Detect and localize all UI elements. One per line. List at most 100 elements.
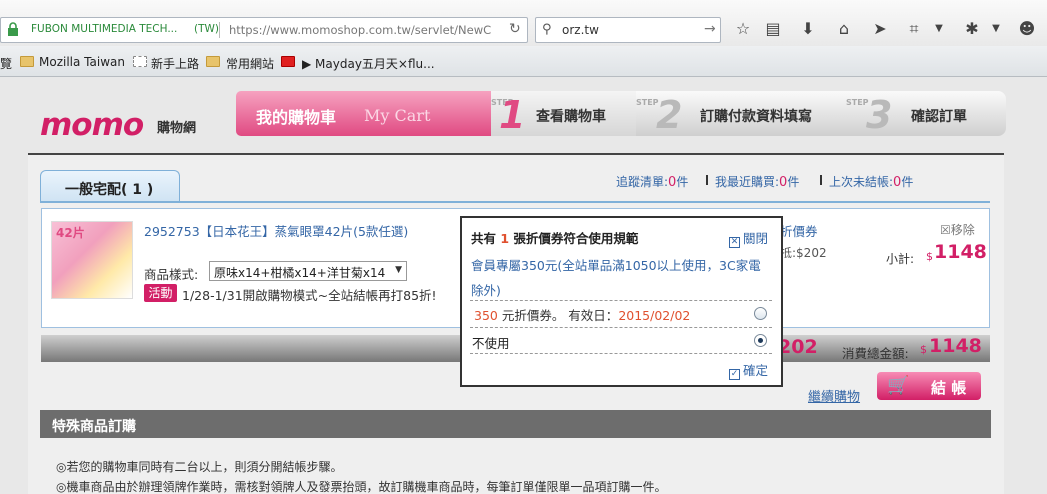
url-separator	[219, 22, 220, 38]
step-number: 3	[866, 93, 893, 137]
popup-confirm-button[interactable]: ✓ 確定	[729, 360, 769, 380]
link-label: 上次未結帳:	[829, 175, 894, 189]
dropdown-arrow-icon[interactable]: ▼	[928, 18, 950, 40]
product-name-link[interactable]: 2952753【日本花王】蒸氣眼罩42片(5款任選)	[144, 221, 408, 240]
discount-total: 202	[778, 336, 818, 358]
total-value: 1148	[929, 335, 982, 357]
bookmark-star-icon[interactable]: ☆	[732, 18, 754, 40]
tab-label: 一般宅配( 1 )	[65, 182, 154, 198]
search-bar[interactable]: ⚲ orz.tw →	[535, 17, 721, 43]
coupon-description: 會員專屬350元(全站單品滿1050以上使用，3C家電除外)	[471, 258, 761, 298]
coupon-option[interactable]: 350 元折價券。 有效日：2015/02/02	[474, 305, 690, 324]
coupon-text: 元折價券。 有效日：	[497, 308, 619, 323]
checkout-label: 結 帳	[931, 379, 967, 397]
site-country: (TW)	[194, 23, 219, 35]
bookmark-item[interactable]: Mozilla Taiwan	[39, 55, 125, 69]
subtotal-currency: $	[926, 250, 933, 263]
search-input[interactable]: orz.tw	[562, 23, 599, 37]
style-value: 原味x14+柑橘x14+洋甘菊x14	[214, 266, 386, 280]
step-2: STEP 2 訂購付款資料填寫	[636, 91, 846, 137]
folder-icon	[20, 56, 34, 67]
chevron-down-icon: ▼	[395, 265, 402, 275]
step-text: 查看購物車	[536, 109, 606, 125]
coupon-date: 2015/02/02	[618, 308, 691, 323]
checkout-button[interactable]: 🛒 結 帳	[877, 372, 981, 400]
coupon-radio[interactable]	[754, 307, 767, 320]
search-go-icon[interactable]: →	[704, 21, 716, 37]
reading-list-icon[interactable]: ▤	[762, 18, 784, 40]
bookmark-item[interactable]: 覽	[0, 55, 12, 72]
popup-close-button[interactable]: ✕ 關閉	[729, 228, 769, 248]
reload-icon[interactable]: ↻	[509, 21, 521, 37]
send-icon[interactable]: ➤	[869, 18, 891, 40]
subtotal-value: 1148	[934, 241, 987, 263]
popup-title: 共有 1 張折價券符合使用規範	[471, 228, 638, 247]
recent-purchase-link[interactable]: 我最近購買:0件	[715, 173, 799, 190]
link-unit: 件	[901, 175, 914, 189]
step-text: 訂購付款資料填寫	[700, 109, 812, 125]
link-unit: 件	[676, 175, 689, 189]
total-currency: $	[920, 343, 927, 356]
addon-dropdown-icon[interactable]: ▼	[985, 18, 1007, 40]
product-image[interactable]: 42片	[51, 221, 133, 299]
bookmark-item[interactable]: 新手上路	[151, 55, 199, 72]
chat-icon[interactable]: ☻	[1016, 18, 1038, 40]
cart-title-en: My Cart	[364, 106, 431, 125]
close-icon: ✕	[729, 237, 740, 248]
no-use-radio[interactable]	[754, 334, 767, 347]
url-bar[interactable]: FUBON MULTIMEDIA TECH... (TW) https://ww…	[0, 17, 528, 43]
promo-badge: 活動	[144, 284, 177, 302]
youtube-icon	[281, 56, 295, 67]
special-note: ◎機車商品由於辦理領牌作業時，需核對領牌人及發票抬頭，故訂購機車商品時，每筆訂單…	[56, 480, 667, 494]
unpaid-link[interactable]: 上次未結帳:0件	[829, 173, 913, 190]
tracking-list-link[interactable]: 追蹤清單:0件	[616, 173, 688, 190]
step-number: 1	[499, 93, 526, 137]
site-identity[interactable]: FUBON MULTIMEDIA TECH...	[31, 23, 177, 35]
style-select[interactable]: 原味x14+柑橘x14+洋甘菊x14 ▼	[209, 261, 407, 281]
lock-icon	[8, 22, 18, 36]
momo-logo[interactable]: momo	[40, 107, 144, 143]
continue-shopping-link[interactable]: 繼續購物	[808, 386, 860, 405]
bookmark-item[interactable]: 常用網站	[226, 55, 274, 72]
cart-title: 我的購物車	[256, 108, 337, 127]
promo-text: 1/28-1/31開啟購物模式~全站結帳再打85折!	[182, 288, 437, 303]
link-divider	[820, 175, 822, 185]
divider	[470, 327, 772, 328]
link-divider	[706, 175, 708, 185]
coupon-link[interactable]: 折價券	[780, 221, 818, 240]
tab-underline	[40, 201, 990, 203]
download-icon[interactable]: ⬇	[797, 18, 819, 40]
step-number: 2	[656, 93, 683, 137]
divider	[470, 353, 772, 354]
discount-amount: 抵:$202	[780, 246, 827, 260]
my-cart-banner: 我的購物車 My Cart	[236, 91, 491, 136]
logo-subtitle: 購物網	[157, 121, 197, 136]
tab-home-delivery[interactable]: 一般宅配( 1 )	[40, 170, 180, 202]
style-label: 商品樣式:	[144, 267, 199, 282]
bookmarks-bar: 覽 Mozilla Taiwan 新手上路 常用網站 ▶ Mayday五月天×f…	[0, 46, 1047, 77]
url-text[interactable]: https://www.momoshop.com.tw/servlet/NewC	[229, 23, 501, 37]
close-label: 關閉	[743, 231, 769, 246]
crop-icon[interactable]: ⌗	[903, 18, 925, 40]
search-icon: ⚲	[542, 22, 552, 37]
special-note: ◎若您的購物車同時有二台以上，則須分開結帳步驟。	[56, 460, 343, 474]
total-label: 消費總金額:	[842, 346, 909, 361]
coupon-count: 1	[500, 231, 510, 246]
home-icon[interactable]: ⌂	[833, 18, 855, 40]
remove-button[interactable]: ☒移除	[940, 221, 975, 238]
folder-icon	[206, 56, 220, 67]
subtotal-label: 小計:	[886, 252, 915, 266]
step-1: STEP 1 查看購物車	[491, 91, 636, 137]
no-use-option[interactable]: 不使用	[472, 333, 510, 352]
confirm-label: 確定	[743, 363, 769, 378]
special-order-header: 特殊商品訂購	[40, 410, 991, 438]
link-label: 追蹤清單:	[616, 175, 669, 189]
title-text: 共有	[471, 231, 501, 246]
link-label: 我最近購買:	[715, 175, 780, 189]
addon-icon[interactable]: ✱	[961, 18, 983, 40]
coupon-amount: 350	[474, 308, 498, 323]
radio-dot	[758, 338, 763, 343]
link-unit: 件	[787, 175, 800, 189]
checkbox-icon: ✓	[729, 369, 740, 380]
bookmark-item[interactable]: ▶ Mayday五月天×flu...	[302, 55, 435, 72]
